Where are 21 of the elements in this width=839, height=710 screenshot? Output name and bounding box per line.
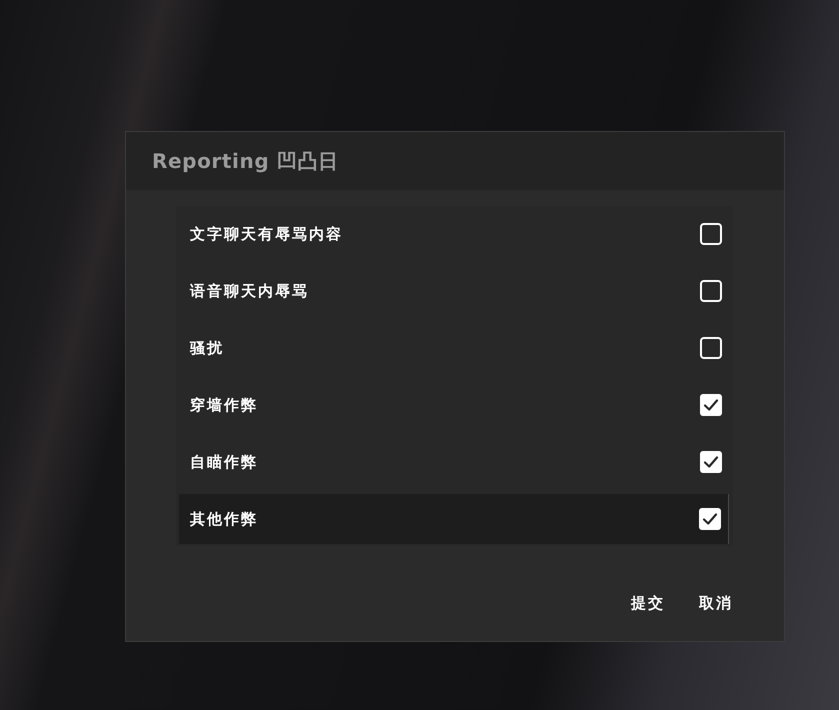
- option-row[interactable]: 自瞄作弊: [179, 437, 729, 487]
- checkbox[interactable]: [700, 280, 722, 302]
- dialog-button[interactable]: 提交: [629, 592, 667, 615]
- option-label: 穿墙作弊: [190, 396, 258, 414]
- checkbox[interactable]: [700, 337, 722, 359]
- checkbox-checked[interactable]: [700, 394, 722, 416]
- option-row[interactable]: 骚扰: [179, 323, 729, 373]
- option-label: 骚扰: [190, 338, 224, 358]
- option-row[interactable]: 语音聊天内辱骂: [179, 266, 729, 316]
- option-row[interactable]: 文字聊天有辱骂内容: [179, 209, 729, 259]
- dialog-title: Reporting 凹凸日: [152, 148, 339, 174]
- checkbox[interactable]: [700, 223, 722, 245]
- checkbox-checked[interactable]: [700, 451, 722, 473]
- option-label: 文字聊天有辱骂内容: [190, 224, 343, 244]
- option-label: 自瞄作弊: [190, 452, 258, 472]
- option-row[interactable]: 其他作弊: [179, 494, 729, 544]
- option-label: 语音聊天内辱骂: [190, 282, 309, 300]
- dialog-button[interactable]: 取消: [697, 592, 735, 615]
- option-label: 其他作弊: [190, 510, 258, 528]
- option-row[interactable]: 穿墙作弊: [179, 380, 729, 430]
- checkbox-checked[interactable]: [699, 508, 721, 530]
